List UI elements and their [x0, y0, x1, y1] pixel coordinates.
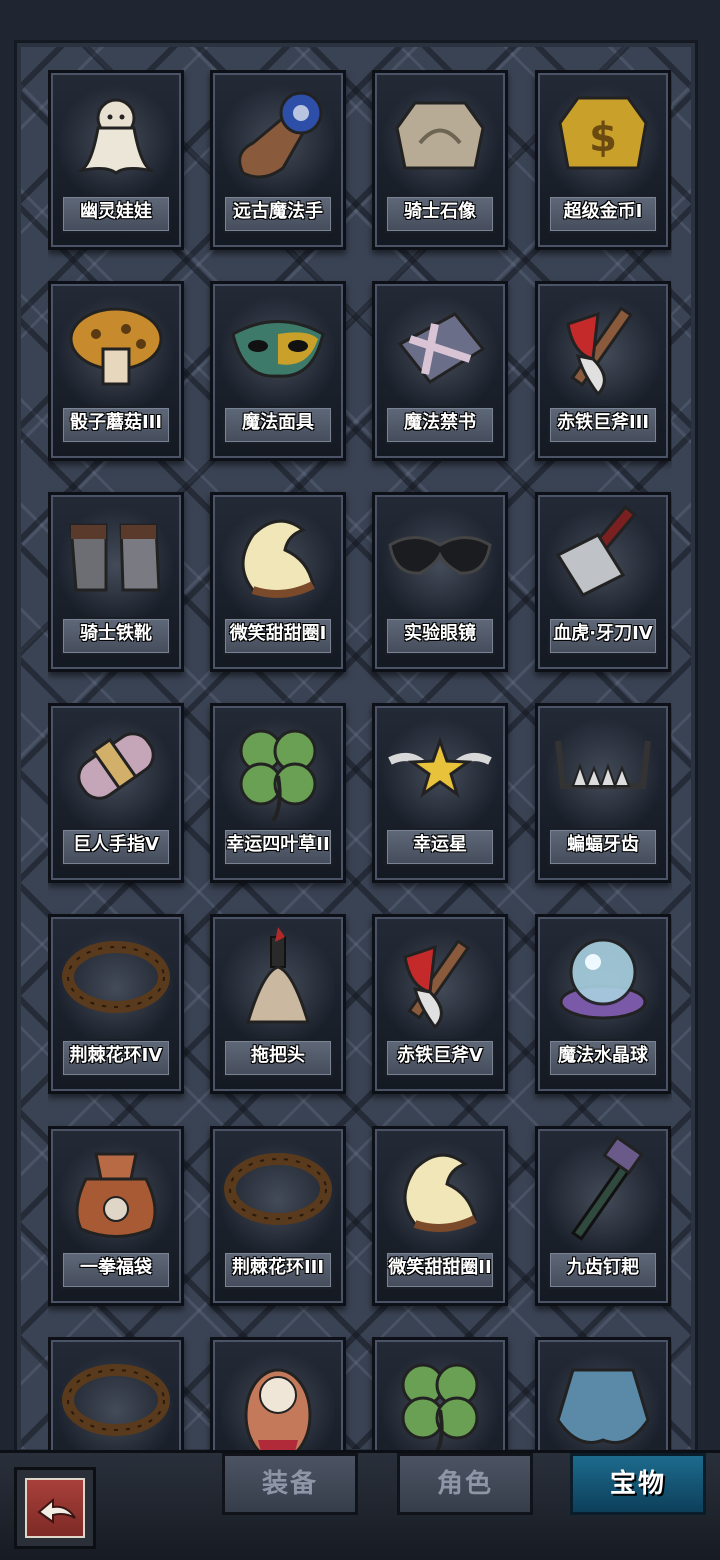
- treasure-card[interactable]: 巨人手指V: [48, 703, 184, 883]
- dice-mushroom-icon: [69, 307, 163, 386]
- treasure-card[interactable]: 远古魔法手: [210, 70, 346, 250]
- treasure-card[interactable]: [210, 1337, 346, 1450]
- lucky-star-icon: [388, 736, 492, 798]
- nesting-doll-icon: [244, 1368, 312, 1450]
- blood-tiger-cleaver-icon: [555, 504, 637, 597]
- treasure-card[interactable]: 骰子蘑菇III: [48, 281, 184, 461]
- treasure-card[interactable]: 魔法禁书: [372, 281, 508, 461]
- red-iron-axe-icon: [566, 306, 634, 397]
- treasure-grid: 幽灵娃娃 远古魔法手 骑士石像 $ 超级金币I 骰子蘑菇III 魔法面具 魔法禁书 赤铁巨斧II…: [48, 70, 672, 1450]
- treasure-card[interactable]: 荆棘花环IV: [48, 914, 184, 1094]
- treasure-card[interactable]: 微笑甜甜圈II: [372, 1126, 508, 1306]
- treasure-name: 魔法水晶球: [548, 1039, 658, 1077]
- thorn-wreath-icon: [224, 1153, 332, 1225]
- treasure-card[interactable]: 赤铁巨斧III: [535, 281, 671, 461]
- treasure-card[interactable]: 幽灵娃娃: [48, 70, 184, 250]
- treasure-card[interactable]: 幸运四叶草II: [210, 703, 346, 883]
- treasure-card[interactable]: [535, 1337, 671, 1450]
- treasure-name: 超级金币I: [548, 195, 658, 233]
- treasure-name: 魔法面具: [223, 406, 333, 444]
- treasure-card[interactable]: [372, 1337, 508, 1450]
- back-arrow-icon: [37, 1497, 76, 1524]
- treasure-card[interactable]: 骑士铁靴: [48, 492, 184, 672]
- treasure-name: 荆棘花环IV: [61, 1039, 171, 1077]
- giant-finger-icon: [77, 732, 155, 800]
- thorn-wreath-icon: [62, 941, 170, 1013]
- treasure-name: 巨人手指V: [61, 828, 171, 866]
- tab-treasure-label: 宝物: [609, 1469, 666, 1499]
- treasure-card[interactable]: 实验眼镜: [372, 492, 508, 672]
- treasure-card[interactable]: 一拳福袋: [48, 1126, 184, 1306]
- shoulder-armor-icon: [556, 1368, 650, 1444]
- tab-equipment[interactable]: 装备: [222, 1453, 358, 1515]
- treasure-card[interactable]: 拖把头: [210, 914, 346, 1094]
- treasure-card[interactable]: 九齿钉耙: [535, 1126, 671, 1306]
- back-button[interactable]: [14, 1467, 96, 1549]
- knight-iron-boots-icon: [69, 523, 161, 592]
- tab-character[interactable]: 角色: [397, 1453, 533, 1515]
- tab-character-label: 角色: [436, 1469, 493, 1499]
- lab-goggles-icon: [388, 536, 492, 575]
- bottom-bar: 装备 角色 宝物: [0, 1450, 720, 1560]
- treasure-name: 魔法禁书: [385, 406, 495, 444]
- ancient-magic-hand-icon: [238, 91, 323, 179]
- ghost-doll-icon: [78, 98, 154, 175]
- treasure-card[interactable]: $ 超级金币I: [535, 70, 671, 250]
- treasure-name: 幸运星: [385, 828, 495, 866]
- treasure-name: 赤铁巨斧V: [385, 1039, 495, 1077]
- treasure-name: 实验眼镜: [385, 617, 495, 655]
- four-leaf-clover-icon: [401, 1363, 479, 1450]
- treasure-card[interactable]: 微笑甜甜圈I: [210, 492, 346, 672]
- treasure-card[interactable]: 血虎·牙刀IV: [535, 492, 671, 672]
- treasure-name: 微笑甜甜圈II: [385, 1251, 495, 1289]
- super-gold-coin-icon: $: [558, 96, 648, 170]
- svg-text:$: $: [589, 115, 617, 161]
- treasure-card[interactable]: [48, 1337, 184, 1450]
- treasure-name: 幽灵娃娃: [61, 195, 171, 233]
- treasure-card[interactable]: 魔法面具: [210, 281, 346, 461]
- treasure-card[interactable]: 赤铁巨斧V: [372, 914, 508, 1094]
- treasure-name: 九齿钉耙: [548, 1251, 658, 1289]
- thorn-wreath-icon: [62, 1364, 170, 1436]
- treasure-name: 蝙蝠牙齿: [548, 828, 658, 866]
- tab-treasure[interactable]: 宝物: [570, 1453, 706, 1515]
- treasure-name: 一拳福袋: [61, 1251, 171, 1289]
- four-leaf-clover-icon: [239, 729, 317, 823]
- treasure-name: 骑士石像: [385, 195, 495, 233]
- treasure-screen: 幽灵娃娃 远古魔法手 骑士石像 $ 超级金币I 骰子蘑菇III 魔法面具 魔法禁书 赤铁巨斧II…: [0, 0, 720, 1560]
- treasure-name: 血虎·牙刀IV: [548, 617, 658, 655]
- treasure-name: 骑士铁靴: [61, 617, 171, 655]
- treasure-card[interactable]: 骑士石像: [372, 70, 508, 250]
- mop-head-icon: [245, 927, 311, 1024]
- treasure-name: 拖把头: [223, 1039, 333, 1077]
- treasure-name: 微笑甜甜圈I: [223, 617, 333, 655]
- treasure-name: 远古魔法手: [223, 195, 333, 233]
- tab-equipment-label: 装备: [261, 1469, 318, 1499]
- treasure-name: 骰子蘑菇III: [61, 406, 171, 444]
- fist-lucky-bag-icon: [75, 1152, 157, 1238]
- nine-tooth-rake-icon: [571, 1135, 644, 1241]
- treasure-card[interactable]: 蝙蝠牙齿: [535, 703, 671, 883]
- magic-mask-icon: [231, 320, 325, 378]
- knight-stone-statue-icon: [395, 101, 485, 170]
- red-iron-axe-icon: [403, 939, 471, 1030]
- treasure-card[interactable]: 魔法水晶球: [535, 914, 671, 1094]
- treasure-card[interactable]: 荆棘花环III: [210, 1126, 346, 1306]
- smile-donut-icon: [403, 1153, 477, 1232]
- forbidden-magic-book-icon: [397, 312, 486, 384]
- bat-teeth-icon: [555, 740, 651, 789]
- treasure-name: 幸运四叶草II: [223, 828, 333, 866]
- treasure-name: 荆棘花环III: [223, 1251, 333, 1289]
- smile-donut-icon: [241, 519, 315, 598]
- treasure-card[interactable]: 幸运星: [372, 703, 508, 883]
- crystal-ball-icon: [559, 938, 647, 1020]
- treasure-name: 赤铁巨斧III: [548, 406, 658, 444]
